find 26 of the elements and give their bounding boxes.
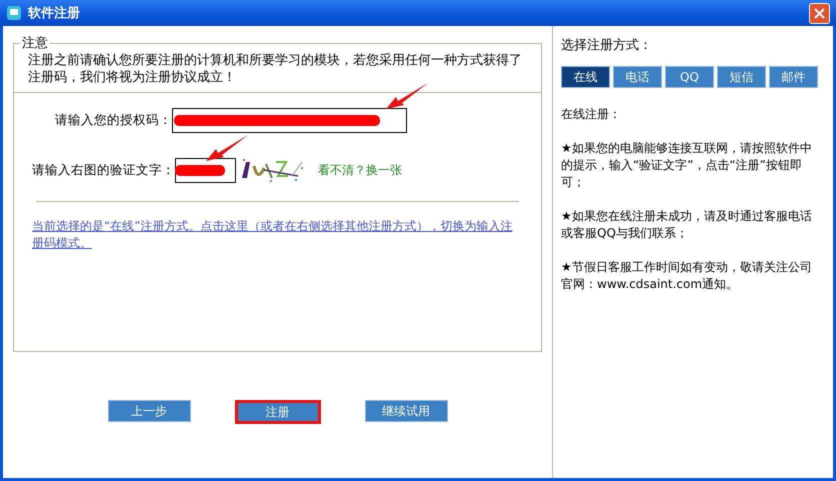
section-heading: 选择注册方式：	[561, 37, 653, 54]
info-text: 在线注册：	[561, 106, 622, 123]
arrow-annotation	[386, 83, 428, 109]
dialog-button[interactable]: 继续试用	[364, 400, 448, 422]
arrow-annotation	[206, 135, 248, 161]
method-tab[interactable]: QQ	[665, 66, 714, 88]
info-text: ★节假日客服工作时间如有变动，敬请关注公司官网：www.cdsaint.com通知。	[561, 259, 813, 293]
method-tab[interactable]: 短信	[717, 66, 766, 88]
close-button[interactable]	[809, 2, 830, 24]
dialog-button[interactable]: 上一步	[108, 400, 190, 422]
info-text: ★如果您的电脑能够连接互联网，请按照软件中的提示，输入“验证文字”，点击“注册”按钮即可；	[561, 140, 813, 191]
mode-switch-link[interactable]: 当前选择的是“在线”注册方式。点击这里（或者在右侧选择其他注册方式），切换为输入注册码模式。	[32, 218, 518, 252]
window-title: 软件注册	[28, 4, 81, 22]
field-label: 请输入右图的验证文字：	[32, 162, 175, 178]
method-tab[interactable]: 电话	[613, 66, 662, 88]
app-icon	[6, 5, 22, 21]
redaction-mark	[175, 165, 225, 176]
close-icon	[814, 8, 825, 18]
method-tab[interactable]: 邮件	[769, 66, 818, 88]
field-label: 请输入您的授权码：	[54, 112, 172, 128]
method-tab[interactable]: 在线	[561, 66, 610, 88]
info-text: ★如果您在线注册未成功，请及时通过客服电话或客服QQ与我们联系；	[561, 208, 813, 242]
group-legend: 注意	[20, 34, 50, 52]
notice-text: 注册之前请确认您所要注册的计算机和所要学习的模块，若您采用任何一种方式获得了注册码，我们将视为注册协议成立！	[14, 52, 541, 93]
dialog-button[interactable]: 注册	[234, 400, 320, 424]
refresh-link[interactable]: 看不清？换一张	[318, 162, 402, 178]
